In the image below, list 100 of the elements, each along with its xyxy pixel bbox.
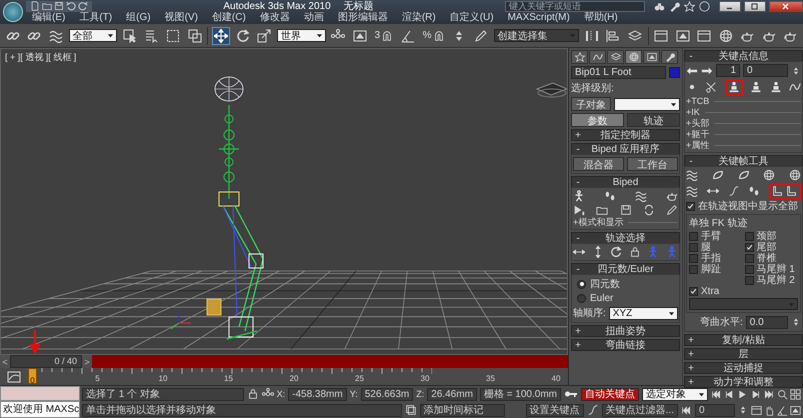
menu-item[interactable]: 视图(V) xyxy=(164,12,198,24)
add-time-tag-field[interactable]: 添加时间标记 xyxy=(420,404,505,416)
selection-filter-dropdown[interactable]: 全部 xyxy=(68,29,118,42)
y-coordinate-field[interactable]: 526.663m xyxy=(360,388,414,400)
checkbox[interactable] xyxy=(744,243,754,252)
checkbox[interactable] xyxy=(689,254,698,263)
stick-figure-icon[interactable] xyxy=(573,190,585,202)
subobject-button[interactable]: 子对象 xyxy=(571,97,611,111)
leaf-icon[interactable] xyxy=(712,169,724,181)
key-tangent-icon[interactable] xyxy=(586,404,599,416)
wave-icon[interactable] xyxy=(686,185,698,197)
menu-item[interactable]: 渲染(R) xyxy=(402,12,436,24)
checkbox[interactable] xyxy=(689,243,698,252)
panel-tab[interactable] xyxy=(589,50,606,64)
set-key-button[interactable]: 设置关键点 xyxy=(526,404,584,416)
curve-editor-icon[interactable] xyxy=(7,370,21,384)
rollout-header[interactable]: + 层 xyxy=(684,348,803,360)
menu-item[interactable]: MAXScript(M) xyxy=(508,12,570,24)
spinner-icon[interactable] xyxy=(791,66,801,76)
viewcube-icon[interactable] xyxy=(536,82,567,98)
rotate-icon[interactable] xyxy=(610,246,622,258)
checkbox[interactable] xyxy=(689,287,698,296)
mode-tab[interactable]: 参数 xyxy=(571,113,624,127)
figure-on-stand-icon[interactable] xyxy=(728,81,740,93)
redo-icon[interactable] xyxy=(78,1,88,11)
panel-button[interactable]: 工作台 xyxy=(627,157,678,171)
field-of-view-icon[interactable] xyxy=(777,404,788,416)
menu-item[interactable]: 自定义(U) xyxy=(450,12,494,24)
scissors-icon[interactable] xyxy=(705,81,718,93)
menu-item[interactable]: 动画 xyxy=(304,12,324,24)
selection-level-dropdown[interactable] xyxy=(614,98,680,110)
folder-icon[interactable] xyxy=(42,1,52,11)
curve-icon[interactable] xyxy=(788,81,801,93)
menu-item[interactable]: 组(G) xyxy=(126,12,151,24)
teapot-icon[interactable] xyxy=(666,190,678,202)
zoom-icon[interactable] xyxy=(777,388,788,400)
spinner-icon[interactable] xyxy=(791,317,801,327)
menu-item[interactable]: 编辑(E) xyxy=(32,12,66,24)
folder-icon[interactable] xyxy=(596,204,608,216)
checkbox[interactable] xyxy=(744,254,754,263)
menu-item[interactable]: 帮助(H) xyxy=(584,12,618,24)
new-file-icon[interactable] xyxy=(30,1,40,11)
subsection-header[interactable]: +头部 xyxy=(686,119,801,128)
rollout-header[interactable]: - Biped xyxy=(571,176,680,188)
rollout-header[interactable]: + 动力学和调整 xyxy=(684,376,803,388)
percent-snap-toggle[interactable]: % xyxy=(420,26,447,44)
pan-icon[interactable] xyxy=(764,404,775,416)
current-frame-marker[interactable]: 0 xyxy=(28,368,37,384)
rollout-header[interactable]: + 扭曲姿势 xyxy=(571,325,680,337)
rollout-header[interactable]: - 关键帧工具 xyxy=(684,155,803,167)
rollout-header[interactable]: - 轨迹选择 xyxy=(571,232,680,244)
maximize-viewport-icon[interactable] xyxy=(790,404,801,416)
viewport-label[interactable]: [ + ][ 透视 ][ 线框 ] xyxy=(5,51,76,64)
go-to-start-icon[interactable] xyxy=(711,388,722,400)
foot-icon[interactable] xyxy=(786,185,798,197)
subsection-header[interactable]: +属性 xyxy=(686,141,801,150)
z-coordinate-field[interactable]: 26.46mm xyxy=(427,388,477,400)
spinner-icon[interactable] xyxy=(738,405,748,415)
checkbox[interactable] xyxy=(689,232,698,241)
subsection-header[interactable]: +躯干 xyxy=(686,130,801,139)
previous-frame-button[interactable]: < xyxy=(0,355,10,368)
lock-icon[interactable] xyxy=(628,246,641,258)
right-arrow-icon[interactable] xyxy=(701,64,713,76)
search-field[interactable]: 键入关键字或短语 xyxy=(504,0,645,12)
key-mode-dropdown[interactable]: 选定对象 xyxy=(642,388,708,400)
curve-icon[interactable] xyxy=(728,185,740,197)
checkbox[interactable] xyxy=(744,276,754,285)
panel-button[interactable]: 混合器 xyxy=(573,157,624,171)
rollout-header[interactable]: - 四元数/Euler xyxy=(571,263,680,275)
object-name-field[interactable]: Bip01 L Foot xyxy=(571,66,666,79)
next-frame-button[interactable]: > xyxy=(82,355,92,368)
bend-level-field[interactable]: 0.0 xyxy=(746,316,788,328)
panel-tab[interactable] xyxy=(571,50,588,64)
named-selection-dropdown[interactable]: 创建选择集 xyxy=(494,29,580,42)
panel-tab[interactable] xyxy=(625,50,642,64)
checkbox[interactable] xyxy=(744,265,754,274)
zoom-extents-icon[interactable] xyxy=(790,388,801,400)
key-number-field[interactable]: 1 xyxy=(716,64,740,77)
menu-item[interactable]: 工具(T) xyxy=(79,12,112,24)
radio-button[interactable] xyxy=(577,294,586,303)
axis-order-dropdown[interactable]: XYZ xyxy=(608,306,678,320)
maximize-button[interactable] xyxy=(744,0,766,12)
time-config-icon[interactable] xyxy=(751,404,762,416)
star-icon[interactable] xyxy=(684,0,695,12)
close-button[interactable] xyxy=(768,0,803,12)
lock-icon[interactable] xyxy=(246,388,259,400)
menu-item[interactable]: 创建(C) xyxy=(212,12,246,24)
sphere-icon[interactable] xyxy=(789,169,801,181)
rollout-header[interactable]: - 关键点信息 xyxy=(684,50,803,62)
checkbox[interactable] xyxy=(686,202,695,211)
go-to-end-icon[interactable] xyxy=(763,388,774,400)
wave-icon[interactable] xyxy=(635,190,647,202)
checkbox[interactable] xyxy=(689,265,698,274)
play-icon[interactable] xyxy=(573,204,585,216)
next-frame-icon[interactable] xyxy=(750,388,761,400)
subsection-header[interactable]: +IK xyxy=(686,108,801,117)
rollout-header[interactable]: + 弯曲链接 xyxy=(571,339,680,351)
figure-on-stand-icon[interactable] xyxy=(750,81,762,93)
panel-tab[interactable] xyxy=(643,50,660,64)
time-slider-thumb[interactable]: 0 / 40 xyxy=(10,355,82,368)
